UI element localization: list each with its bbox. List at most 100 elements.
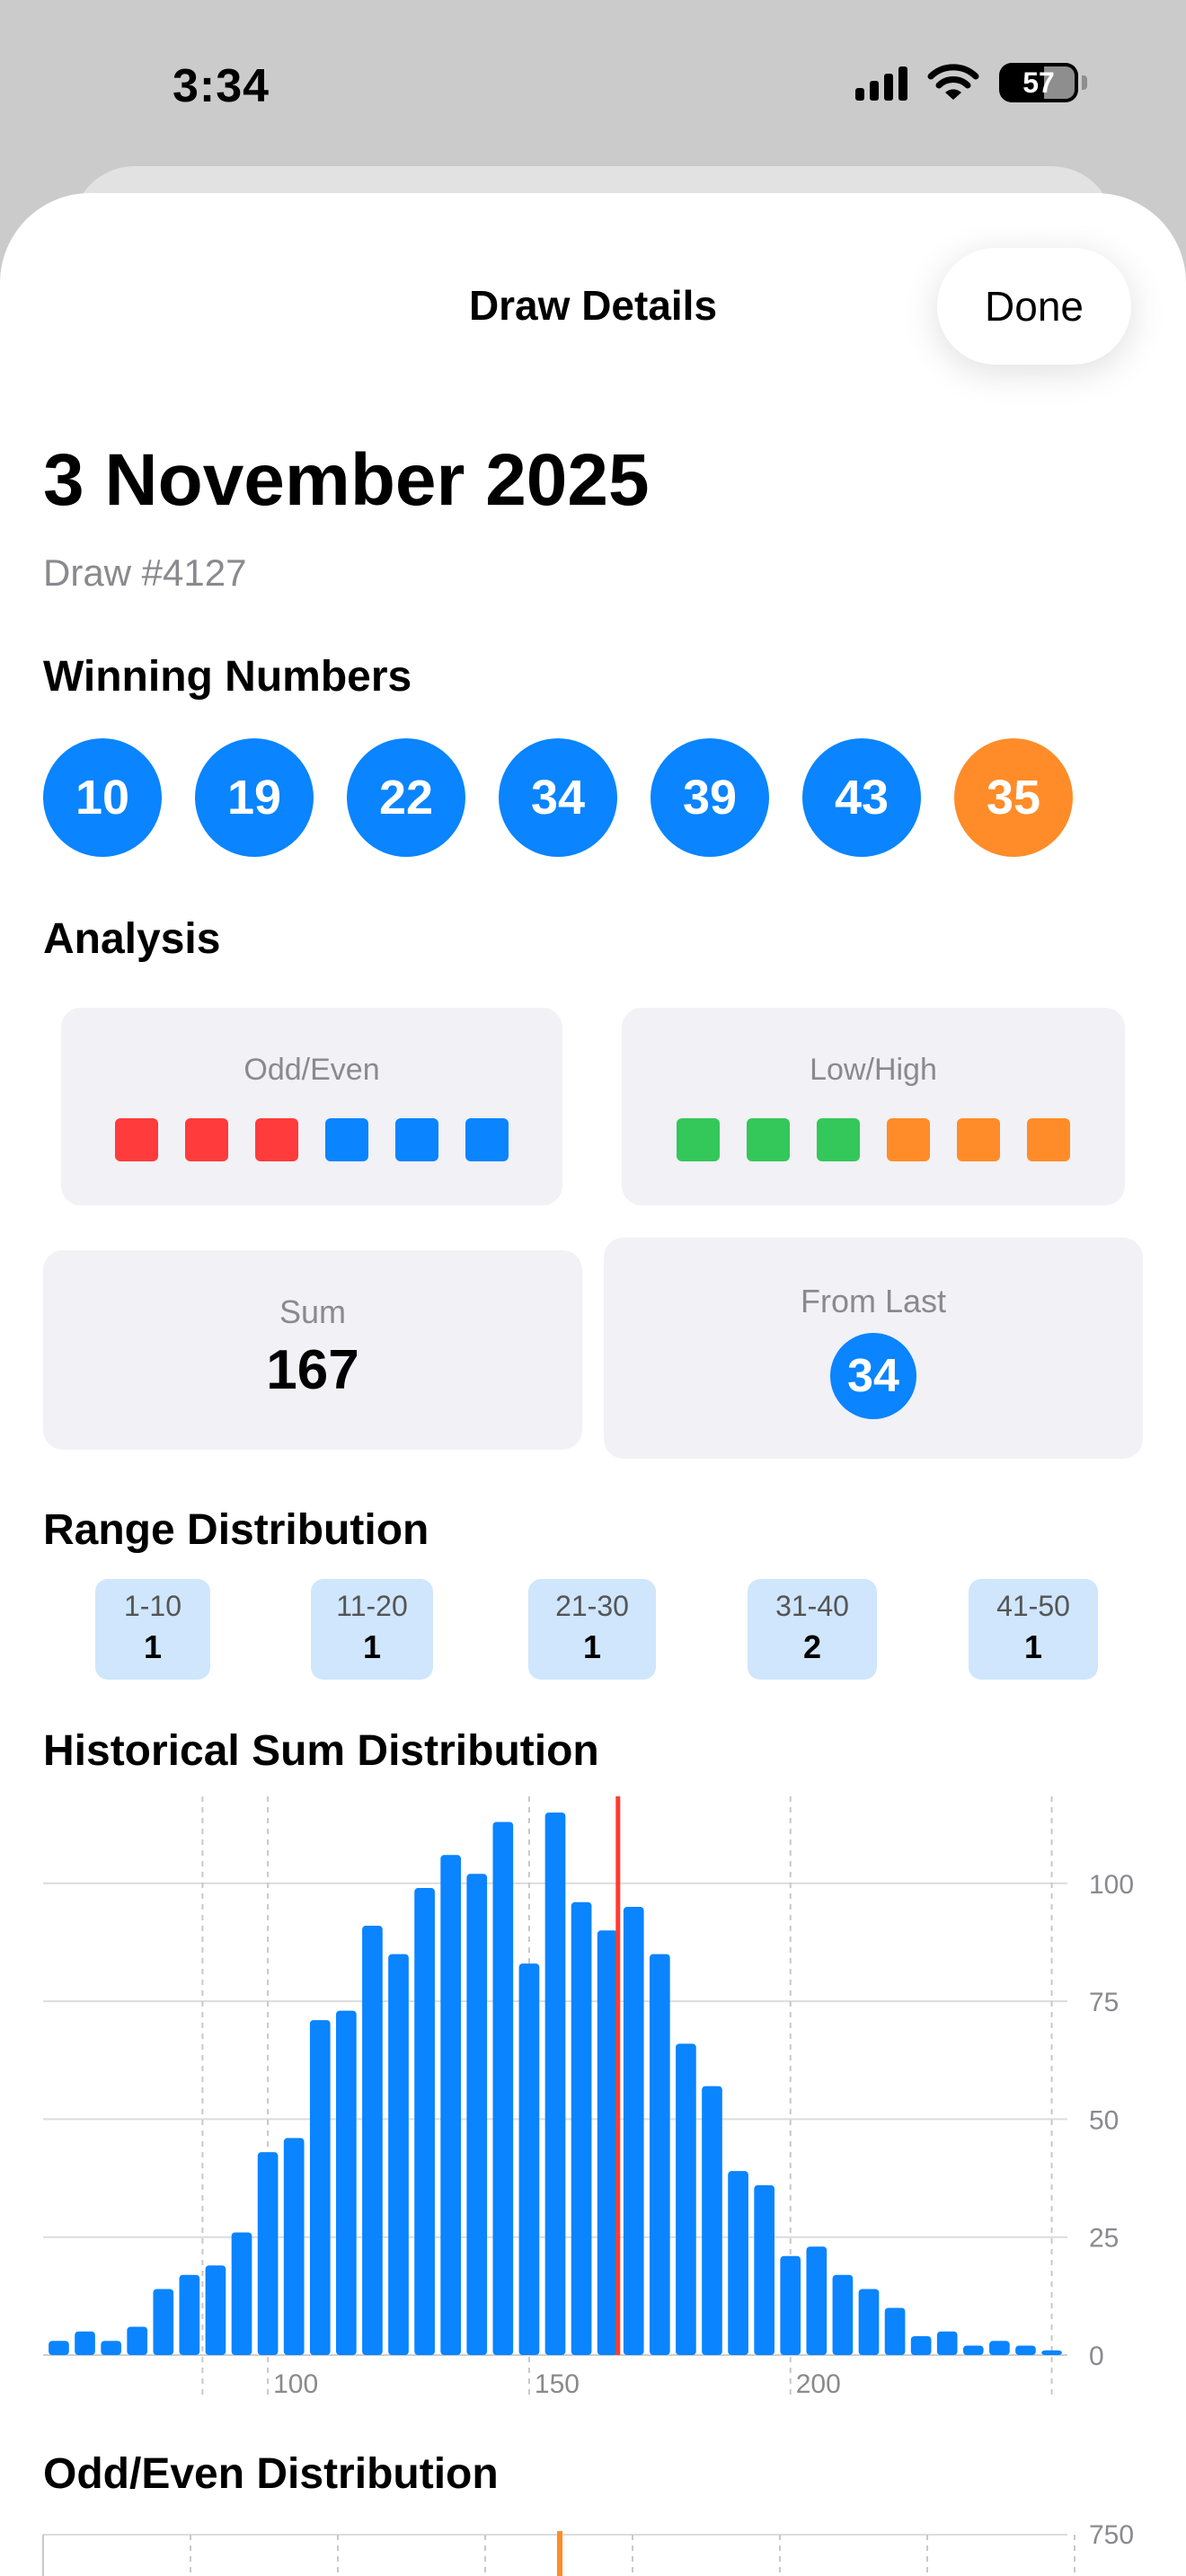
histogram-bar bbox=[518, 1963, 540, 2355]
odd-even-square bbox=[255, 1118, 298, 1161]
winning-number-ball: 43 bbox=[802, 738, 921, 857]
histogram-bar bbox=[623, 1907, 644, 2355]
odd-even-square bbox=[465, 1118, 509, 1161]
low-high-square bbox=[957, 1118, 1000, 1161]
low-high-square bbox=[1027, 1118, 1070, 1161]
draw-date: 3 November 2025 bbox=[43, 439, 650, 521]
histogram-bar bbox=[231, 2232, 252, 2355]
x-tick-label: 200 bbox=[796, 2369, 841, 2399]
histogram-bar bbox=[858, 2289, 880, 2355]
winning-number-ball: 22 bbox=[347, 738, 465, 857]
sum-label: Sum bbox=[279, 1293, 347, 1330]
status-icons: 57 bbox=[855, 63, 1087, 102]
sum-value: 167 bbox=[266, 1339, 359, 1401]
odd-even-square bbox=[325, 1118, 368, 1161]
range-count: 1 bbox=[143, 1628, 163, 1665]
range-chip: 41-50 1 bbox=[969, 1579, 1098, 1680]
odd-even-card: Odd/Even bbox=[61, 1008, 562, 1205]
range-count: 1 bbox=[362, 1628, 382, 1665]
histogram-bar bbox=[832, 2274, 854, 2355]
histogram-bar bbox=[728, 2171, 748, 2355]
histogram-bar bbox=[780, 2255, 801, 2355]
historical-sum-chart: 0 25 50 75 100 100 150 200 bbox=[43, 1796, 1134, 2399]
y-tick-label: 750 bbox=[1089, 2520, 1134, 2550]
low-high-square bbox=[887, 1118, 930, 1161]
histogram-bar bbox=[75, 2331, 95, 2355]
y-tick-label: 0 bbox=[1089, 2342, 1104, 2371]
histogram-bar bbox=[414, 1888, 435, 2355]
histogram-bar bbox=[597, 1930, 618, 2355]
range-label: 41-50 bbox=[996, 1590, 1070, 1622]
histogram-bar bbox=[309, 2020, 331, 2355]
y-tick-label: 25 bbox=[1089, 2224, 1119, 2254]
draw-number: Draw #4127 bbox=[43, 551, 247, 594]
odd-even-square bbox=[185, 1118, 228, 1161]
histogram-bar bbox=[989, 2341, 1010, 2355]
histogram-bar bbox=[257, 2152, 279, 2355]
range-chip: 31-40 2 bbox=[748, 1579, 877, 1680]
from-last-label: From Last bbox=[800, 1283, 947, 1319]
histogram-bar bbox=[440, 1855, 462, 2355]
from-last-card: From Last 34 bbox=[604, 1238, 1143, 1459]
odd-even-label: Odd/Even bbox=[243, 1053, 380, 1087]
range-label: 31-40 bbox=[775, 1590, 849, 1622]
x-tick-label: 100 bbox=[273, 2369, 318, 2399]
odd-even-distribution-title: Odd/Even Distribution bbox=[43, 2450, 499, 2498]
x-tick-label: 150 bbox=[535, 2369, 580, 2399]
range-distribution: 1-10 1 11-20 1 21-30 1 31-40 2 41-50 1 bbox=[0, 1579, 1186, 1680]
histogram-bar bbox=[1041, 2350, 1062, 2355]
range-chip: 11-20 1 bbox=[311, 1579, 433, 1680]
histogram-bar bbox=[806, 2246, 828, 2355]
odd-even-square bbox=[115, 1118, 158, 1161]
historical-sum-title: Historical Sum Distribution bbox=[43, 1727, 599, 1775]
histogram-bar bbox=[910, 2335, 932, 2355]
range-label: 1-10 bbox=[123, 1590, 182, 1622]
status-bar: 3:34 57 bbox=[0, 0, 1186, 162]
low-high-squares bbox=[622, 1118, 1125, 1161]
low-high-card: Low/High bbox=[622, 1008, 1125, 1205]
low-high-square bbox=[677, 1118, 720, 1161]
histogram-bar bbox=[153, 2289, 174, 2355]
range-label: 21-30 bbox=[555, 1590, 629, 1622]
range-count: 2 bbox=[802, 1628, 822, 1665]
wifi-icon bbox=[927, 64, 979, 100]
winning-number-ball: 19 bbox=[195, 738, 314, 857]
range-count: 1 bbox=[1023, 1628, 1043, 1665]
histogram-bar bbox=[702, 2086, 722, 2355]
histogram-bar bbox=[336, 2010, 357, 2355]
y-tick-label: 75 bbox=[1089, 1988, 1119, 2017]
histogram-bar bbox=[49, 2341, 69, 2355]
y-tick-label: 50 bbox=[1089, 2105, 1119, 2135]
winning-numbers: 10 19 22 34 39 43 35 bbox=[43, 738, 1073, 857]
low-high-square bbox=[817, 1118, 860, 1161]
histogram-bar bbox=[936, 2331, 958, 2355]
histogram-bar bbox=[571, 1901, 592, 2355]
done-button[interactable]: Done bbox=[937, 248, 1131, 365]
histogram-bar bbox=[179, 2274, 200, 2355]
odd-even-square bbox=[395, 1118, 438, 1161]
range-chip: 1-10 1 bbox=[95, 1579, 210, 1680]
range-count: 1 bbox=[582, 1628, 602, 1665]
histogram-bar bbox=[362, 1926, 383, 2355]
low-high-square bbox=[747, 1118, 790, 1161]
histogram-bar bbox=[1015, 2345, 1036, 2355]
range-label: 11-20 bbox=[336, 1590, 408, 1622]
odd-even-squares bbox=[61, 1118, 562, 1161]
analysis-title: Analysis bbox=[43, 915, 221, 963]
histogram-bar bbox=[283, 2138, 305, 2355]
histogram-bar bbox=[205, 2265, 226, 2355]
histogram-bar bbox=[127, 2326, 148, 2355]
from-last-ball: 34 bbox=[830, 1333, 916, 1419]
range-chip: 21-30 1 bbox=[528, 1579, 656, 1680]
odd-even-distribution-chart: 750 bbox=[42, 2520, 1134, 2576]
bonus-number-ball: 35 bbox=[954, 738, 1073, 857]
histogram-bar bbox=[676, 2043, 696, 2355]
histogram-bar bbox=[544, 1813, 566, 2355]
histogram-bar bbox=[466, 1874, 488, 2355]
histogram-bar bbox=[101, 2341, 121, 2355]
histogram-bar bbox=[884, 2307, 906, 2355]
odd-even-marker bbox=[557, 2531, 562, 2576]
histogram-bar bbox=[754, 2184, 774, 2355]
status-time: 3:34 bbox=[173, 60, 270, 112]
histogram-bar bbox=[388, 1954, 409, 2355]
